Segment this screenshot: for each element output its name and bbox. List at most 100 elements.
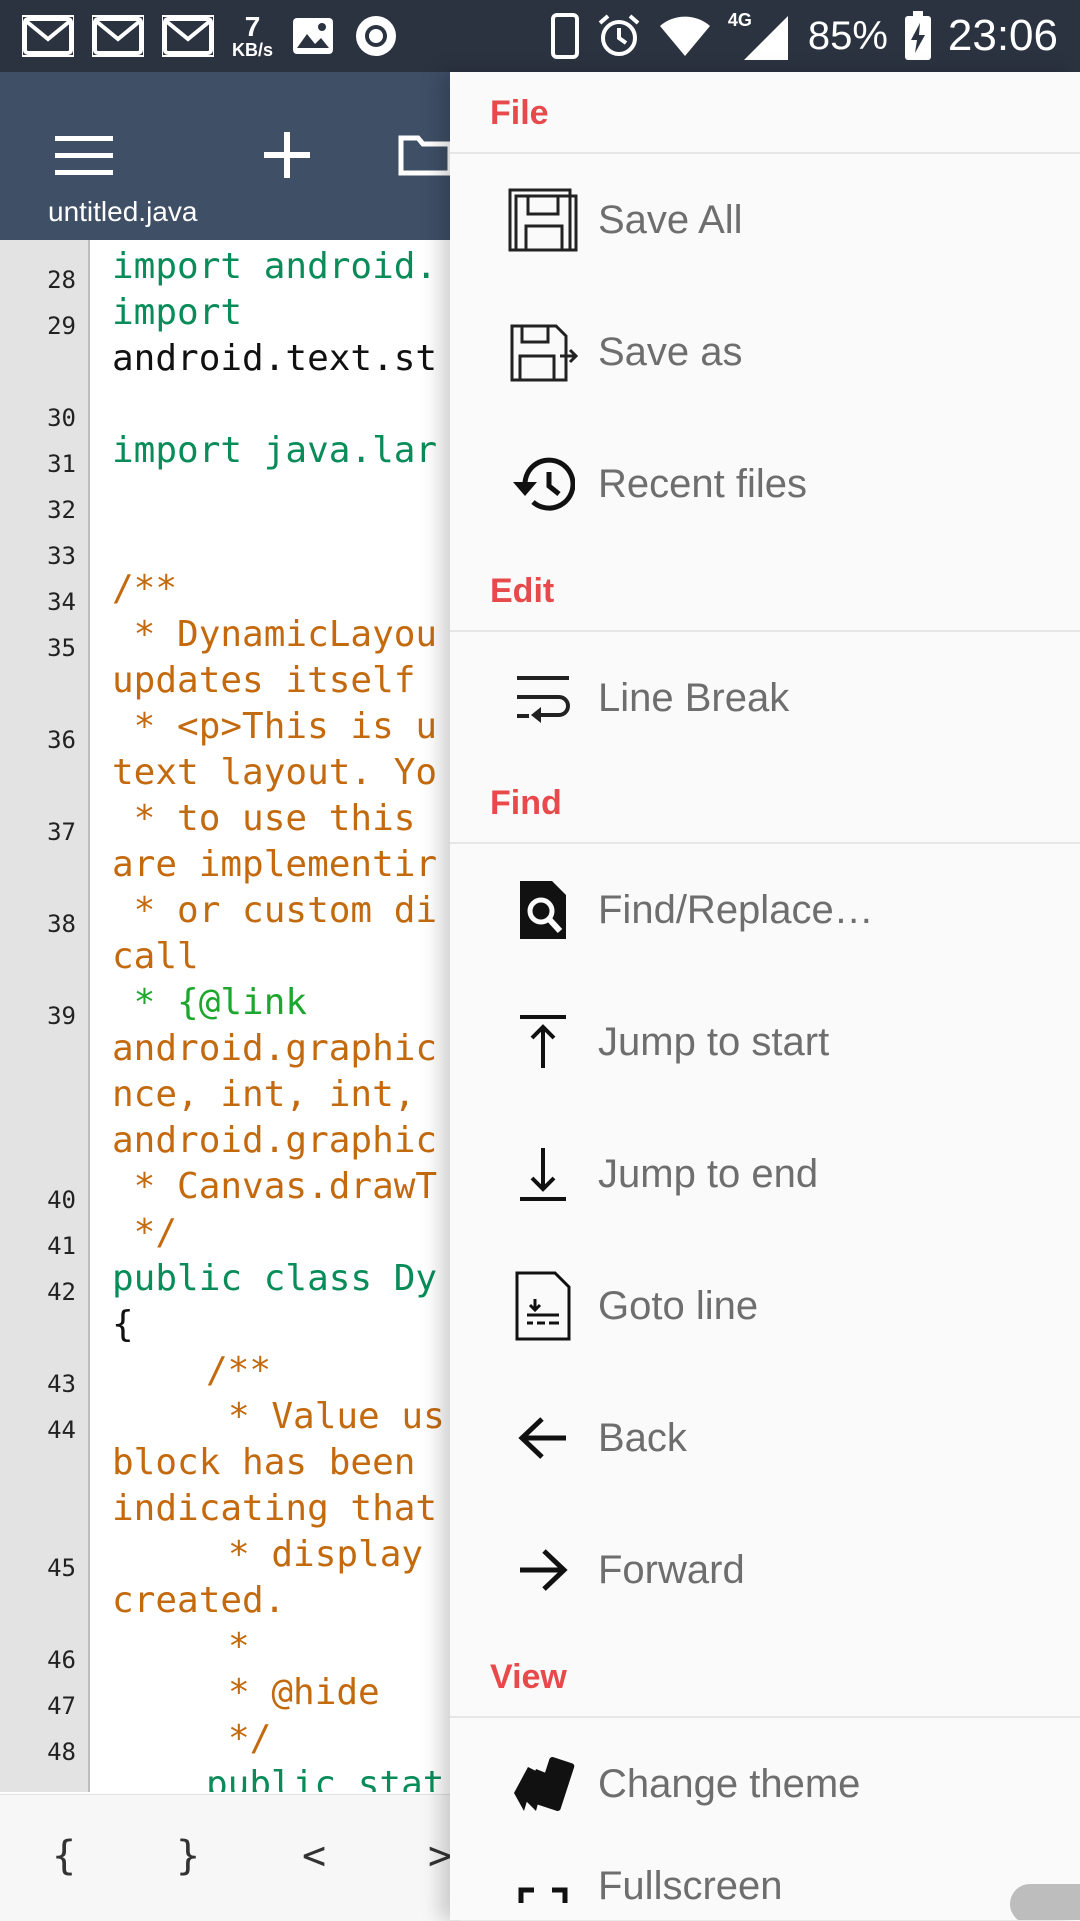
cell-signal-icon: [743, 16, 788, 60]
menu-item-label: Recent files: [598, 462, 807, 506]
code-line: * Canvas.drawT: [112, 1166, 438, 1207]
code-line: android.graphic: [112, 1120, 438, 1161]
code-line: android.text.st: [112, 338, 438, 379]
code-line: * <p>This is u: [112, 706, 438, 747]
code-line: * @hide: [228, 1672, 380, 1713]
section-header-find: Find: [490, 784, 562, 822]
arrow-back-icon: [508, 1406, 578, 1470]
line-number: 36: [47, 726, 76, 754]
code-line: /**: [206, 1350, 272, 1391]
clock: 23:06: [947, 11, 1058, 60]
navigation-drawer: File Save All Save as Recent files Edit …: [450, 72, 1080, 1920]
gmail-icon: [92, 15, 144, 57]
code-line: updates itself: [112, 660, 416, 701]
menu-item-label: Fullscreen: [598, 1864, 783, 1908]
menu-item-save-as[interactable]: Save as: [450, 292, 1080, 412]
battery-charging-icon: [904, 11, 931, 60]
app-bar: untitled.java: [0, 72, 460, 240]
menu-item-label: Goto line: [598, 1284, 759, 1328]
line-number: 31: [47, 450, 76, 478]
fullscreen-icon: [508, 1880, 578, 1920]
code-line: import java.lar: [112, 430, 438, 471]
line-number: 32: [47, 496, 76, 524]
alarm-icon: [598, 14, 640, 56]
record-icon: [356, 16, 397, 56]
history-icon: [508, 452, 578, 516]
menu-item-recent-files[interactable]: Recent files: [450, 424, 1080, 544]
menu-item-label: Forward: [598, 1548, 745, 1592]
phone-vibrate-icon: [550, 13, 579, 59]
menu-item-change-theme[interactable]: Change theme: [450, 1724, 1080, 1844]
code-line: android.graphic: [112, 1028, 438, 1069]
symbol-key[interactable]: >: [428, 1833, 452, 1879]
arrow-forward-icon: [508, 1538, 578, 1602]
system-icons: 4G 85% 23:06: [550, 6, 1058, 66]
cell-signal: 4G: [728, 10, 792, 62]
line-number: 47: [47, 1692, 76, 1720]
line-number: 33: [47, 542, 76, 570]
menu-item-label: Jump to start: [598, 1020, 830, 1064]
net-speed-unit: KB/s: [232, 40, 274, 60]
code-line: indicating that: [112, 1488, 438, 1529]
menu-item-find-replace[interactable]: Find/Replace…: [450, 850, 1080, 970]
code-line: block has been: [112, 1442, 416, 1483]
menu-item-save-all[interactable]: Save All: [450, 160, 1080, 280]
line-number: 39: [47, 1002, 76, 1030]
status-bar: 7 KB/s 4G 85% 23:06: [0, 0, 1080, 72]
menu-icon[interactable]: [55, 136, 113, 176]
menu-item-back[interactable]: Back: [450, 1378, 1080, 1498]
code-line: *: [228, 1626, 250, 1667]
section-header-view: View: [490, 1658, 567, 1696]
battery-percent: 85%: [807, 13, 888, 58]
menu-item-forward[interactable]: Forward: [450, 1510, 1080, 1630]
menu-item-jump-to-start[interactable]: Jump to start: [450, 982, 1080, 1102]
add-file-icon[interactable]: [264, 132, 310, 178]
code-line: {: [112, 1304, 134, 1345]
code-editor[interactable]: 28 29 30 31 32 33 34 35 36 37 38 39 40 4…: [0, 240, 460, 1792]
net-speed: 7 KB/s: [232, 13, 274, 60]
code-line: created.: [112, 1580, 286, 1621]
code-line: import: [112, 292, 243, 333]
line-number: 45: [47, 1554, 76, 1582]
code-line: public stat: [206, 1764, 445, 1792]
code-line: * or custom di: [112, 890, 438, 931]
line-number: 48: [47, 1738, 76, 1766]
palette-cards-icon: [508, 1752, 578, 1816]
symbol-bar: { } < >: [0, 1794, 460, 1921]
code-line: nce, int, int,: [112, 1074, 416, 1115]
code-line: * DynamicLayou: [112, 614, 438, 655]
menu-item-label: Jump to end: [598, 1152, 819, 1196]
menu-item-label: Save as: [598, 330, 743, 374]
code-line: */: [228, 1718, 272, 1759]
code-text[interactable]: import android. import android.text.st i…: [112, 240, 445, 1792]
menu-item-fullscreen[interactable]: Fullscreen: [450, 1856, 1080, 1920]
line-number: 40: [47, 1186, 76, 1214]
menu-item-label: Find/Replace…: [598, 888, 874, 932]
open-folder-icon[interactable]: [398, 132, 450, 176]
code-line: * Value us: [228, 1396, 445, 1437]
line-number: 38: [47, 910, 76, 938]
file-name: untitled.java: [48, 196, 198, 227]
line-number-gutter: 28 29 30 31 32 33 34 35 36 37 38 39 40 4…: [0, 240, 90, 1792]
menu-item-jump-to-end[interactable]: Jump to end: [450, 1114, 1080, 1234]
line-number: 34: [47, 588, 76, 616]
line-number: 42: [47, 1278, 76, 1306]
line-number: 41: [47, 1232, 76, 1260]
gmail-icon: [162, 15, 214, 57]
code-line: * {@link: [112, 982, 308, 1023]
code-line: * to use this: [112, 798, 416, 839]
divider: [450, 842, 1080, 844]
divider: [450, 630, 1080, 632]
menu-item-line-break[interactable]: Line Break: [450, 638, 1080, 758]
fullscreen-toggle[interactable]: [1010, 1884, 1080, 1920]
menu-item-goto-line[interactable]: Goto line: [450, 1246, 1080, 1366]
symbol-key[interactable]: {: [52, 1833, 76, 1879]
line-number: 30: [47, 404, 76, 432]
line-number: 28: [47, 266, 76, 294]
symbol-key[interactable]: }: [176, 1833, 200, 1879]
jump-to-end-icon: [508, 1142, 578, 1206]
menu-item-label: Change theme: [598, 1762, 861, 1806]
code-line: text layout. Yo: [112, 752, 438, 793]
code-line: are implementir: [112, 844, 438, 885]
symbol-key[interactable]: <: [302, 1833, 326, 1879]
